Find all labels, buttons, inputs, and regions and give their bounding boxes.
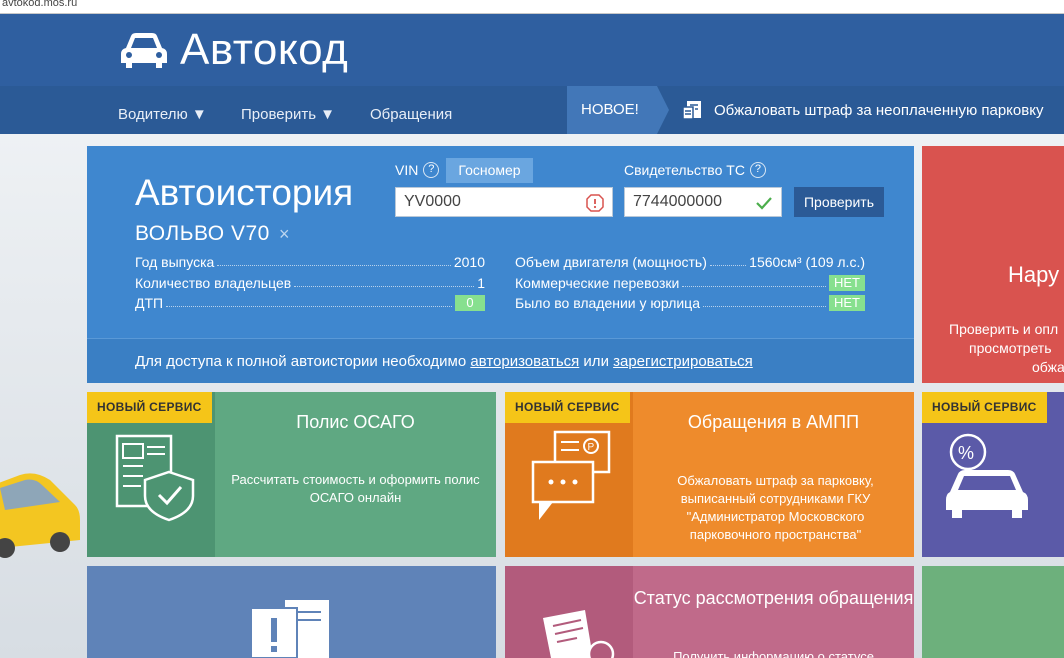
fines-card[interactable]: Нару Проверить и опл просмотреть обжа [922,146,1064,383]
info-key: Было во владении у юрлица [515,295,700,311]
info-value: 1 [477,275,485,291]
browser-url-bar[interactable]: avtokod.mos.ru [0,0,1064,14]
help-icon[interactable]: ? [749,162,766,178]
dotted-leader [217,265,451,266]
fines-card-title: Нару [1008,262,1060,287]
new-service-badge: НОВЫЙ СЕРВИС [87,392,212,423]
tile-green-partial[interactable] [922,566,1064,658]
site-header: Автокод [0,14,1064,86]
vin-label: VIN ? [395,162,440,178]
promo-link-label: Обжаловать штраф за неоплаченную парковк… [714,101,1044,119]
info-value: 2010 [453,254,485,270]
logo-text: Автокод [180,25,349,74]
document-info-icon [543,610,615,658]
info-key: Коммерческие перевозки [515,275,680,291]
tile-title: Статус рассмотрения обращения [633,588,914,608]
nav-item-check[interactable]: Проверить ▼ [241,86,335,134]
info-key: Объем двигателя (мощность) [515,254,707,270]
check-button[interactable]: Проверить [794,187,884,217]
new-service-badge: НОВЫЙ СЕРВИС [505,392,630,423]
tab-gosnomer[interactable]: Госномер [446,158,533,183]
help-icon[interactable]: ? [423,162,440,178]
warning-icon [586,194,604,212]
autohistory-footer: Для доступа к полной автоистории необход… [87,338,914,383]
cert-input-value: 7744000000 [633,193,722,210]
vehicle-model: ВОЛЬВО V70 [135,222,270,245]
fines-desc-line: обжа [1032,359,1064,375]
tile-osago[interactable]: НОВЫЙ СЕРВИС Полис ОСАГО Рассчитать стои… [87,392,496,557]
tile-title: Полис ОСАГО [296,412,415,432]
footer-text: или [579,353,614,370]
register-link[interactable]: зарегистрироваться [613,353,753,370]
cert-label: Свидетельство ТС ? [624,162,766,178]
promo-link-parking-fine[interactable]: Обжаловать штраф за неоплаченную парковк… [682,86,1043,134]
info-row-commercial: Коммерческие перевозки НЕТ [515,273,865,291]
info-row-owners: Количество владельцев 1 [135,273,485,291]
vin-label-text: VIN [395,162,419,178]
tile-insurance-discount[interactable]: % НОВЫЙ СЕРВИС [922,392,1064,557]
car-percent-icon: % [946,433,1028,518]
checkmark-icon [756,197,772,210]
dotted-leader [166,306,452,307]
status-badge: НЕТ [829,295,865,311]
cert-label-text: Свидетельство ТС [624,162,745,178]
dotted-leader [682,286,826,287]
main-nav: Водителю ▼ Проверить ▼ Обращения НОВОЕ! … [0,86,1064,134]
footer-text: Для доступа к полной автоистории необход… [135,353,471,370]
fines-card-desc: Проверить и опл просмотреть обжа [949,320,1064,377]
status-icon-panel [505,566,633,658]
chat-parking-icon: P [531,430,611,520]
tile-title: Обращения в АМПП [687,412,860,432]
info-row-accidents: ДТП 0 [135,293,485,311]
autohistory-title: Автоистория [135,172,354,213]
dotted-leader [703,306,826,307]
autohistory-panel: Автоистория ВОЛЬВО V70 × VIN ? Госномер … [87,146,914,383]
yellow-car-illustration [0,473,80,558]
complaint-document-icon [250,600,329,658]
tile-ampp[interactable]: P НОВЫЙ СЕРВИС Обращения в АМПП Обжалова… [505,392,914,557]
info-value: 1560см³ (109 л.с.) [749,254,865,270]
svg-text:P: P [588,442,595,453]
nav-item-appeals[interactable]: Обращения [370,86,452,134]
login-link[interactable]: авторизоваться [470,353,579,370]
new-tag: НОВОЕ! [567,86,669,134]
new-service-badge: НОВЫЙ СЕРВИС [922,392,1047,423]
tile-desc: Получить информацию о статусе [673,649,874,658]
tile-desc: Обжаловать штраф за парковку, выписанный… [677,473,874,542]
tile-complaint[interactable] [87,566,496,658]
parking-receipt-icon [682,101,701,120]
info-key: ДТП [135,295,164,311]
info-row-engine: Объем двигателя (мощность) 1560см³ (109 … [515,252,865,270]
info-row-year: Год выпуска 2010 [135,252,485,270]
car-logo-icon [121,33,167,68]
fines-desc-line: просмотреть [969,340,1052,356]
status-badge: НЕТ [829,275,865,291]
vin-input[interactable]: YV0000 [395,187,613,217]
fines-desc-line: Проверить и опл [949,321,1059,337]
cert-input[interactable]: 7744000000 [624,187,782,217]
info-row-legal-entity: Было во владении у юрлица НЕТ [515,293,865,311]
vin-input-value: YV0000 [404,193,461,210]
dotted-leader [709,265,747,266]
accidents-badge: 0 [455,295,485,311]
tile-appeal-status[interactable]: Статус рассмотрения обращения Получить и… [505,566,914,658]
info-key: Год выпуска [135,254,215,270]
dotted-leader [294,286,475,287]
insurance-shield-icon [115,434,195,522]
tile-desc: Рассчитать стоимость и оформить полис ОС… [231,472,480,505]
info-key: Количество владельцев [135,275,292,291]
nav-item-driver[interactable]: Водителю ▼ [118,86,207,134]
site-logo[interactable]: Автокод [118,26,348,74]
close-icon[interactable]: × [279,224,290,245]
svg-text:%: % [958,443,974,463]
